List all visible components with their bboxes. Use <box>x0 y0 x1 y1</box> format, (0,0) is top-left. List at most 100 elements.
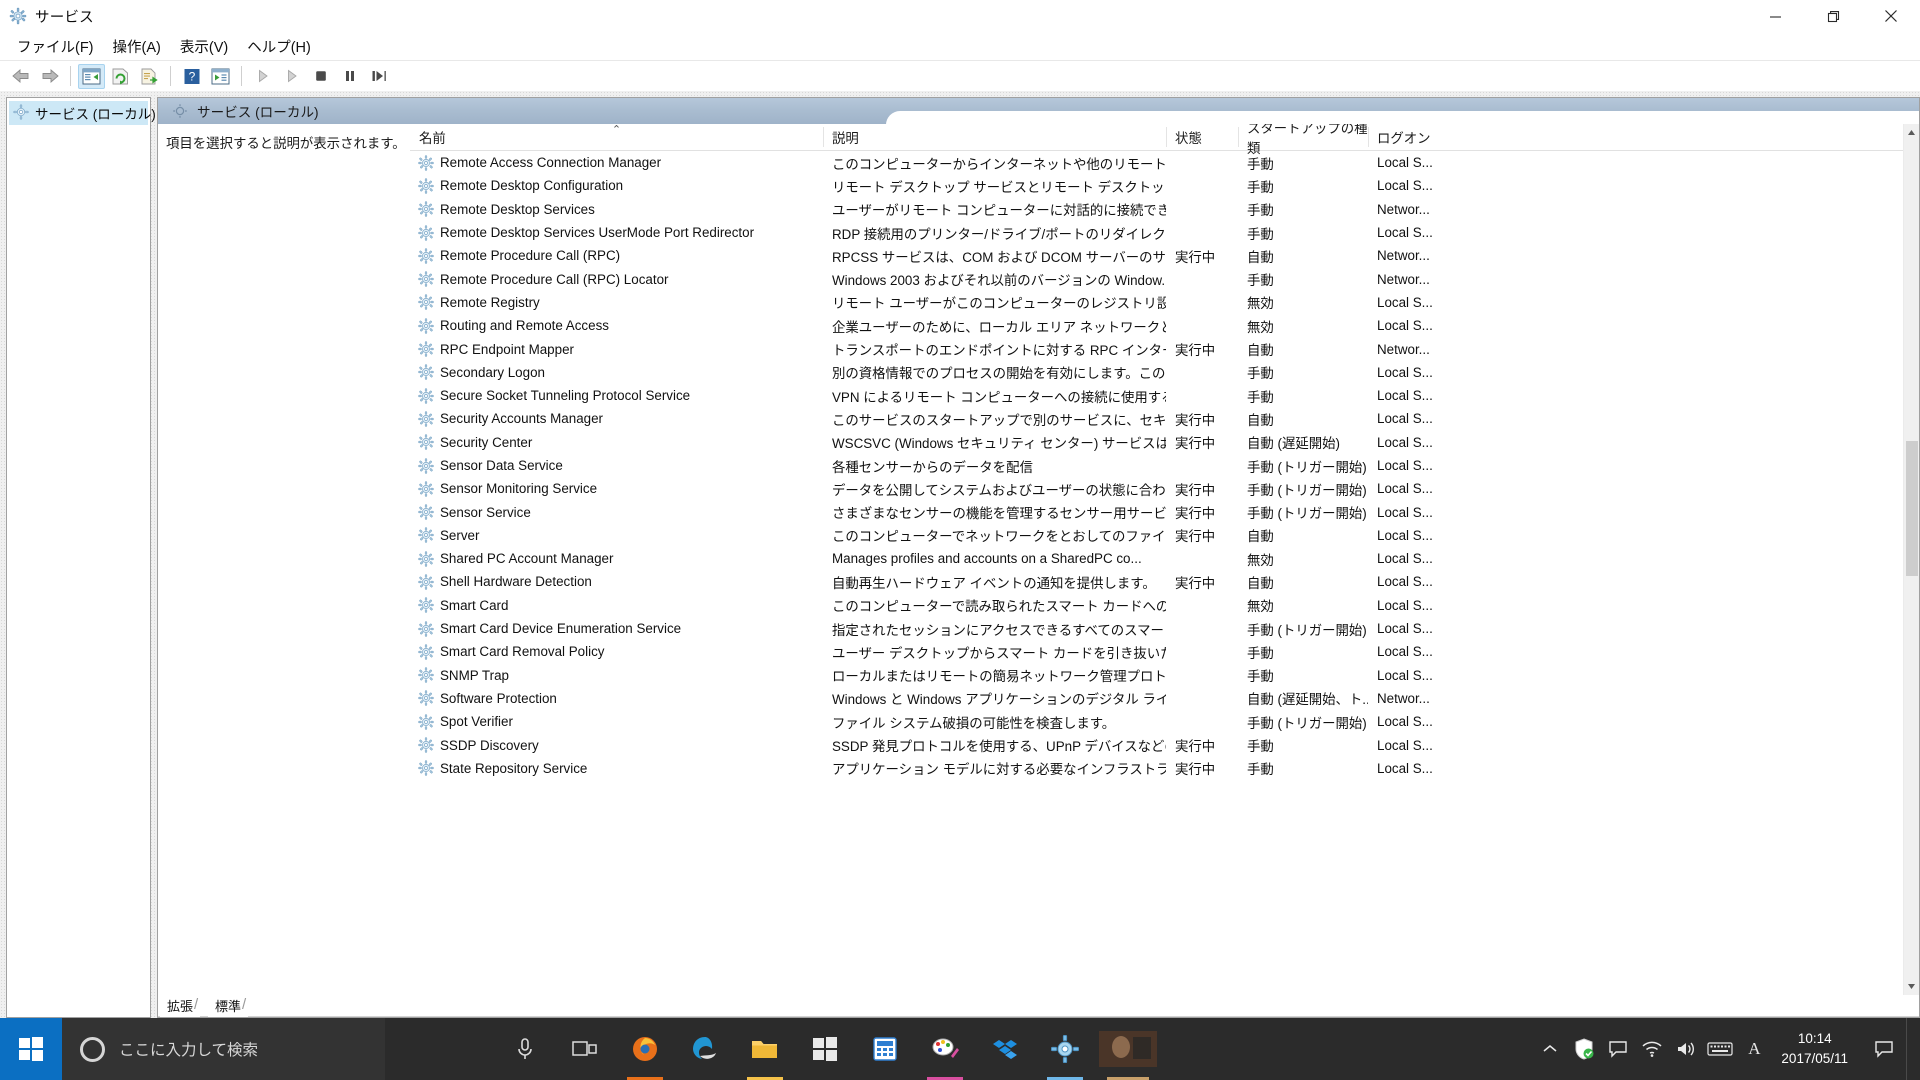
service-name-label: Remote Access Connection Manager <box>440 155 662 171</box>
column-header-state[interactable]: 状態 <box>1166 124 1238 150</box>
table-row[interactable]: Security Accounts Manager このサービスのスタートアップで… <box>410 407 1903 430</box>
table-row[interactable]: Smart Card Device Enumeration Service 指定さ… <box>410 617 1903 640</box>
scrollbar-track[interactable] <box>1904 141 1920 978</box>
scrollbar-thumb[interactable] <box>1905 441 1918 576</box>
tree-item-services-local[interactable]: サービス (ローカル) <box>9 101 156 125</box>
stop-service-button[interactable] <box>307 64 334 89</box>
services-gear-icon <box>418 504 434 520</box>
table-row[interactable]: Routing and Remote Access 企業ユーザーのために、ローカル… <box>410 314 1903 337</box>
menu-file[interactable]: ファイル(F) <box>9 33 105 61</box>
search-input[interactable]: ここに入力して検索 <box>62 1018 385 1080</box>
table-row[interactable]: State Repository Service アプリケーション モデルに対する… <box>410 757 1903 780</box>
minimize-button[interactable] <box>1746 0 1804 33</box>
table-row[interactable]: Remote Registry リモート ユーザーがこのコンピューターのレジストリ… <box>410 291 1903 314</box>
table-row[interactable]: Shell Hardware Detection 自動再生ハードウェア イベントの… <box>410 570 1903 593</box>
vertical-scrollbar[interactable] <box>1903 124 1919 995</box>
cell-service-logon: Local S... <box>1377 318 1433 334</box>
cell-service-logon: Local S... <box>1377 364 1433 380</box>
cell-service-description: リモート デスクトップ サービスとリモート デスクトップに関連... <box>832 179 1166 195</box>
taskbar-edge[interactable] <box>675 1018 735 1080</box>
taskbar-task-view[interactable] <box>555 1018 615 1080</box>
table-row[interactable]: Shared PC Account Manager Manages profile… <box>410 547 1903 570</box>
table-row[interactable]: Sensor Data Service 各種センサーからのデータを配信 手動 (トリ… <box>410 454 1903 477</box>
column-header-logon[interactable]: ログオン <box>1368 124 1460 150</box>
details-pane: サービス (ローカル) 項目を選択すると説明が表示されます。 ⌃ 名前 説明 状… <box>157 97 1920 1018</box>
menu-help[interactable]: ヘルプ(H) <box>239 33 322 61</box>
cell-service-name: Remote Desktop Services UserMode Port Re… <box>410 224 823 241</box>
taskbar-paint[interactable] <box>915 1018 975 1080</box>
taskbar-calculator[interactable] <box>855 1018 915 1080</box>
taskbar-file-explorer[interactable] <box>735 1018 795 1080</box>
services-gear-icon <box>418 294 434 311</box>
cell-service-logon: Local S... <box>1377 551 1433 567</box>
pane-header-title: サービス (ローカル) <box>197 105 319 120</box>
table-row[interactable]: Server このコンピューターでネットワークをとおしてのファイル、印刷... 実行… <box>410 524 1903 547</box>
tab-extended[interactable]: 拡張 / <box>160 995 201 1017</box>
column-header-name[interactable]: ⌃ 名前 <box>410 124 823 150</box>
table-row[interactable]: Software Protection Windows と Windows アプリ… <box>410 687 1903 710</box>
service-name-label: Remote Desktop Services UserMode Port Re… <box>440 225 755 241</box>
service-name-label: Security Accounts Manager <box>440 411 604 427</box>
show-hide-tree-button[interactable] <box>78 63 105 89</box>
tray-security[interactable] <box>1567 1018 1601 1080</box>
table-row[interactable]: Smart Card Removal Policy ユーザー デスクトップからスマ… <box>410 640 1903 663</box>
tray-notifications-button[interactable] <box>1862 1018 1906 1080</box>
table-row[interactable]: Remote Desktop Configuration リモート デスクトップ … <box>410 174 1903 197</box>
table-row[interactable]: Smart Card このコンピューターで読み取られたスマート カードへのアクセ.… <box>410 594 1903 617</box>
table-row[interactable]: Remote Procedure Call (RPC) RPCSS サービスは、C… <box>410 244 1903 267</box>
services-gear-icon <box>418 271 434 287</box>
start-button[interactable] <box>0 1018 62 1080</box>
table-row[interactable]: SSDP Discovery SSDP 発見プロトコルを使用する、UPnP デバイ… <box>410 733 1903 756</box>
taskbar-store[interactable] <box>795 1018 855 1080</box>
help-button[interactable]: ? <box>178 64 205 89</box>
taskbar-microphone[interactable] <box>495 1018 555 1080</box>
table-row[interactable]: Sensor Service さまざまなセンサーの機能を管理するセンサー用サービス… <box>410 500 1903 523</box>
services-gear-icon <box>418 597 434 613</box>
tray-ime[interactable]: A <box>1737 1018 1771 1080</box>
taskbar-media[interactable] <box>1095 1018 1161 1080</box>
table-row[interactable]: Secondary Logon 別の資格情報でのプロセスの開始を有効にします。この… <box>410 361 1903 384</box>
taskbar-firefox[interactable] <box>615 1018 675 1080</box>
close-button[interactable] <box>1862 0 1920 33</box>
tray-network[interactable] <box>1635 1018 1669 1080</box>
table-row[interactable]: Remote Desktop Services ユーザーがリモート コンピューター… <box>410 198 1903 221</box>
tray-action-center[interactable] <box>1601 1018 1635 1080</box>
scroll-up-arrow-icon[interactable] <box>1904 124 1920 141</box>
properties-button[interactable] <box>207 64 234 89</box>
start-service-button[interactable] <box>249 64 276 89</box>
restart-service-button[interactable] <box>365 64 392 89</box>
back-button[interactable] <box>7 64 34 89</box>
table-row[interactable]: Remote Access Connection Manager このコンピュータ… <box>410 151 1903 174</box>
table-row[interactable]: SNMP Trap ローカルまたはリモートの簡易ネットワーク管理プロトコル (S.… <box>410 664 1903 687</box>
table-row[interactable]: Sensor Monitoring Service データを公開してシステムおよび… <box>410 477 1903 500</box>
show-desktop-button[interactable] <box>1906 1018 1914 1080</box>
column-header-startup[interactable]: スタートアップの種類 <box>1238 124 1368 156</box>
taskbar-dropbox[interactable] <box>975 1018 1035 1080</box>
export-list-button[interactable] <box>136 64 163 89</box>
menu-view[interactable]: 表示(V) <box>172 33 239 61</box>
clock[interactable]: 10:14 2017/05/11 <box>1771 1018 1862 1080</box>
tray-show-hidden-icons[interactable] <box>1533 1018 1567 1080</box>
table-row[interactable]: Spot Verifier ファイル システム破損の可能性を検査します。 手動 (ト… <box>410 710 1903 733</box>
restore-button[interactable] <box>1804 0 1862 33</box>
refresh-button[interactable] <box>107 64 134 89</box>
pane-content: 項目を選択すると説明が表示されます。 ⌃ 名前 説明 状態 スタートアップの種類… <box>158 124 1919 995</box>
tray-volume[interactable] <box>1669 1018 1703 1080</box>
table-row[interactable]: Secure Socket Tunneling Protocol Service… <box>410 384 1903 407</box>
services-gear-icon <box>418 527 434 544</box>
tray-keyboard[interactable] <box>1703 1018 1737 1080</box>
forward-button[interactable] <box>36 64 63 89</box>
column-header-description[interactable]: 説明 <box>823 124 1166 150</box>
table-row[interactable]: Remote Procedure Call (RPC) Locator Windo… <box>410 267 1903 290</box>
table-row[interactable]: Security Center WSCSVC (Windows セキュリティ セン… <box>410 431 1903 454</box>
tab-standard[interactable]: 標準 / <box>208 995 249 1017</box>
table-row[interactable]: RPC Endpoint Mapper トランスポートのエンドポイントに対する R… <box>410 337 1903 360</box>
pause-service-button[interactable] <box>336 64 363 89</box>
resume-service-button[interactable] <box>278 64 305 89</box>
menu-action[interactable]: 操作(A) <box>105 33 172 61</box>
scroll-down-arrow-icon[interactable] <box>1904 978 1920 995</box>
taskbar-services[interactable] <box>1035 1018 1095 1080</box>
cell-service-startup-type: 自動 (遅延開始) <box>1247 436 1340 452</box>
search-placeholder: ここに入力して検索 <box>119 1042 259 1059</box>
table-row[interactable]: Remote Desktop Services UserMode Port Re… <box>410 221 1903 244</box>
